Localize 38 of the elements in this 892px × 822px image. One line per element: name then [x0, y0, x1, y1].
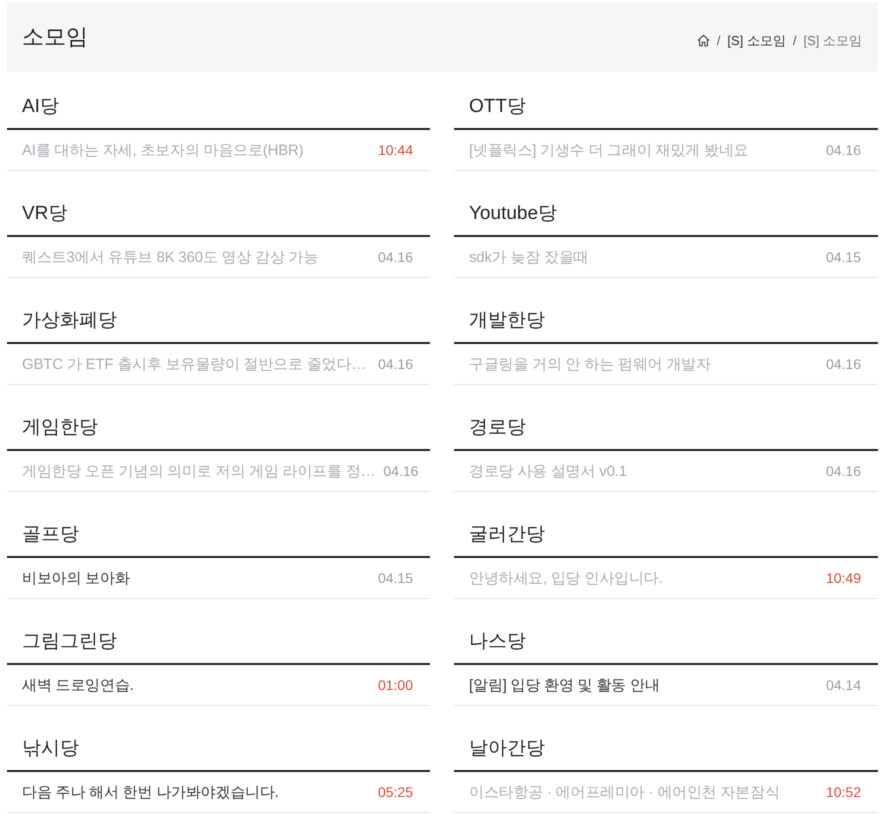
board-heading[interactable]: 골프당 [22, 522, 79, 548]
post-date: 04.16 [826, 356, 861, 372]
board-heading[interactable]: 게임한당 [22, 416, 98, 440]
board-heading[interactable]: AI당 [22, 94, 59, 120]
post-date: 04.16 [826, 142, 861, 158]
board-heading[interactable]: 가상화폐당 [22, 308, 117, 334]
post-date: 10:49 [826, 570, 861, 586]
post-title-link[interactable]: 새벽 드로잉연습. [22, 676, 134, 694]
post-date: 10:44 [378, 142, 413, 158]
post-date: 05:25 [378, 784, 413, 800]
board-heading[interactable]: 그림그린당 [22, 630, 117, 654]
board-heading[interactable]: 날아간당 [469, 736, 545, 762]
post-date: 04.15 [378, 570, 413, 586]
board-heading[interactable]: OTT당 [469, 94, 526, 120]
post-date: 04.14 [826, 677, 861, 693]
board-heading[interactable]: Youtube당 [469, 202, 558, 226]
board-heading[interactable]: VR당 [22, 202, 68, 226]
post-date: 04.16 [826, 463, 861, 479]
post-date: 04.16 [378, 356, 413, 372]
post-date: 04.15 [826, 249, 861, 265]
board-heading[interactable]: 굴러간당 [469, 522, 545, 548]
post-date: 04.16 [378, 249, 413, 265]
post-title-link[interactable]: 비보아의 보아화 [22, 568, 130, 588]
breadcrumb-separator: / [716, 33, 720, 48]
breadcrumb-separator: / [792, 33, 796, 48]
page-title: 소모임 [22, 23, 88, 52]
board-heading[interactable]: 나스당 [469, 630, 526, 654]
post-title-link[interactable]: [알림] 입당 환영 및 활동 안내 [469, 676, 660, 694]
board-heading[interactable]: 낚시당 [22, 736, 79, 762]
post-date: 04.16 [383, 463, 418, 479]
post-title-link[interactable]: 다음 주나 해서 한번 나가봐야겠습니다. [22, 782, 279, 802]
home-icon[interactable] [696, 34, 710, 47]
breadcrumb-link[interactable]: [S] 소모임 [803, 32, 862, 50]
board-heading[interactable]: 경로당 [469, 416, 526, 440]
post-date: 01:00 [378, 677, 413, 693]
post-date: 10:52 [826, 784, 861, 800]
board-heading[interactable]: 개발한당 [469, 308, 545, 334]
breadcrumb-link[interactable]: [S] 소모임 [727, 32, 786, 50]
